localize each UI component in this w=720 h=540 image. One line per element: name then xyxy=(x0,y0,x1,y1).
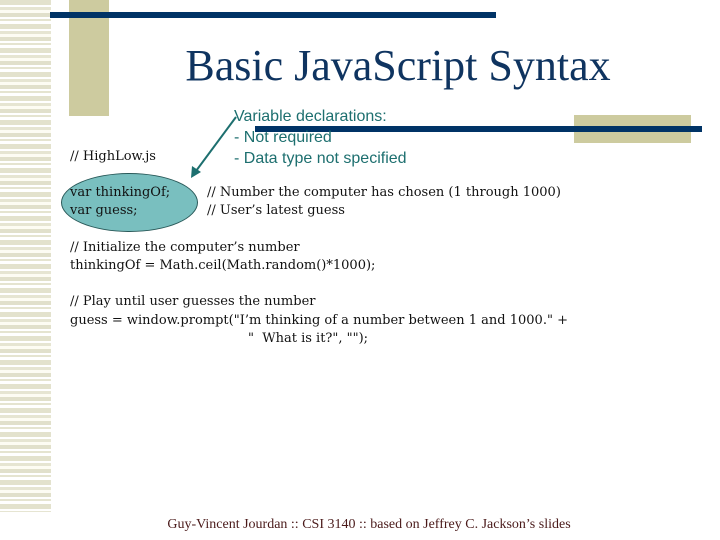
slide-title: Basic JavaScript Syntax xyxy=(185,41,611,90)
annotation-bullet: - Data type not specified xyxy=(234,150,407,167)
code-prompt-line: guess = window.prompt("I’m thinking of a… xyxy=(70,313,568,328)
code-decl-comment: // User’s latest guess xyxy=(207,203,345,218)
annotation-heading: Variable declarations: xyxy=(234,108,387,125)
code-decl-line: var guess; xyxy=(70,203,138,218)
code-decl-line: var thinkingOf; xyxy=(70,185,171,200)
code-decl-comment: // Number the computer has chosen (1 thr… xyxy=(207,185,561,200)
annotation-bullet: - Not required xyxy=(234,129,332,146)
annotation-callout: Variable declarations: - Not required - … xyxy=(234,106,407,169)
code-init-comment: // Initialize the computer’s number xyxy=(70,240,300,255)
code-init-line: thinkingOf = Math.ceil(Math.random()*100… xyxy=(70,258,376,273)
code-filename-comment: // HighLow.js xyxy=(70,149,156,164)
code-play-comment: // Play until user guesses the number xyxy=(70,294,316,309)
title-rule xyxy=(50,12,496,18)
code-prompt-line: " What is it?", ""); xyxy=(248,331,369,346)
slide-footer: Guy-Vincent Jourdan :: CSI 3140 :: based… xyxy=(167,517,571,532)
